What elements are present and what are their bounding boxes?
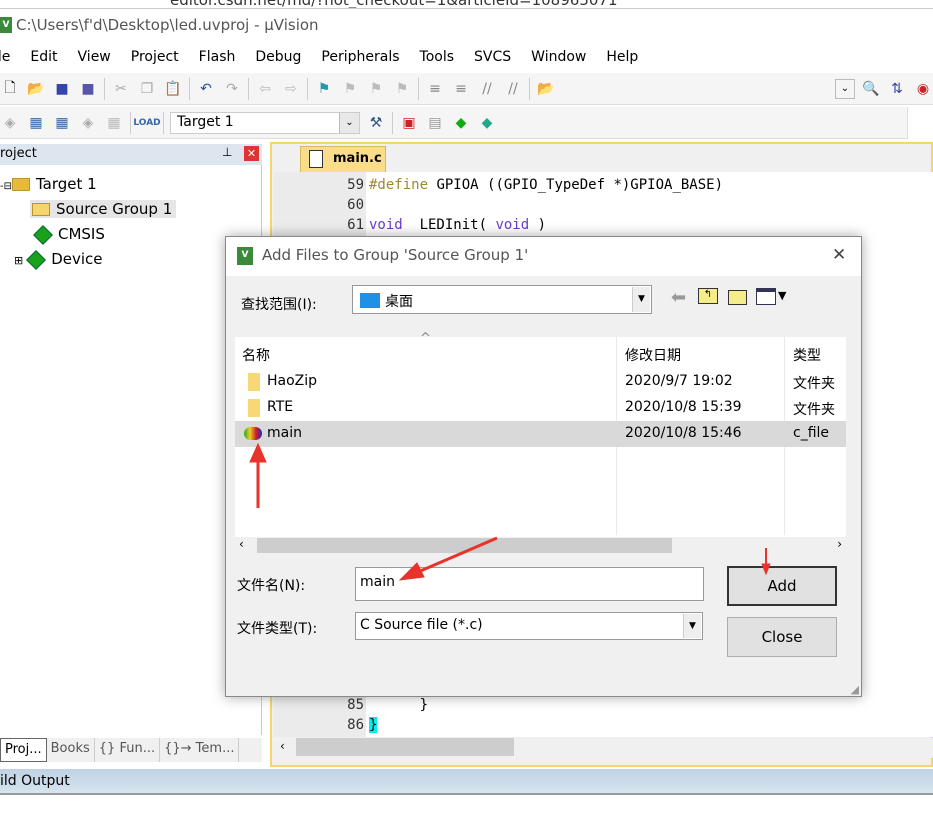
arrow-head [398,562,425,581]
annotation-arrow-filename [417,536,498,574]
annotation-arrows [249,442,771,581]
arrow-head [249,442,267,463]
arrow-head [761,563,771,576]
